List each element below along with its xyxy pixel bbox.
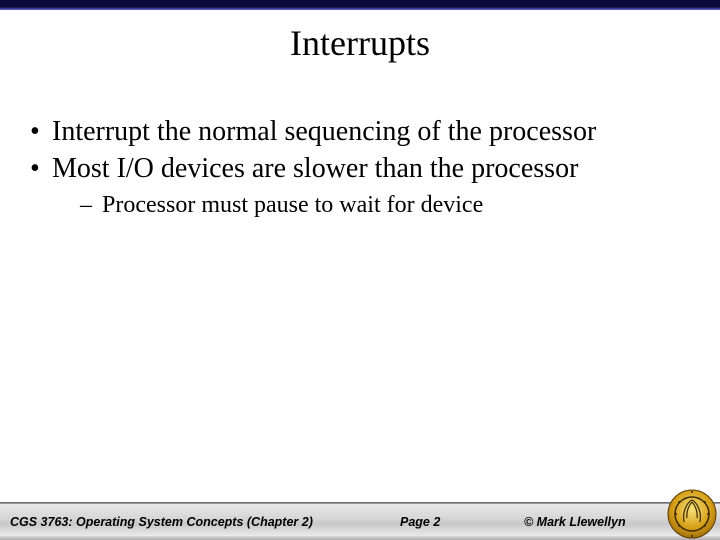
ucf-seal-icon (664, 488, 720, 540)
footer-page: Page 2 (400, 504, 440, 540)
sub-bullet-item: Processor must pause to wait for device (52, 191, 696, 220)
slide-title: Interrupts (0, 22, 720, 64)
bullet-item: Most I/O devices are slower than the pro… (24, 152, 696, 220)
bullet-item: Interrupt the normal sequencing of the p… (24, 115, 696, 148)
footer-copyright: © Mark Llewellyn (524, 504, 626, 540)
bullet-list: Interrupt the normal sequencing of the p… (24, 115, 696, 220)
bullet-text: Most I/O devices are slower than the pro… (52, 153, 578, 184)
sub-bullet-list: Processor must pause to wait for device (52, 191, 696, 220)
top-stripe (0, 0, 720, 10)
footer-course: CGS 3763: Operating System Concepts (Cha… (10, 504, 313, 540)
content-area: Interrupt the normal sequencing of the p… (24, 115, 696, 224)
slide: Interrupts Interrupt the normal sequenci… (0, 0, 720, 540)
footer: CGS 3763: Operating System Concepts (Cha… (0, 488, 720, 540)
